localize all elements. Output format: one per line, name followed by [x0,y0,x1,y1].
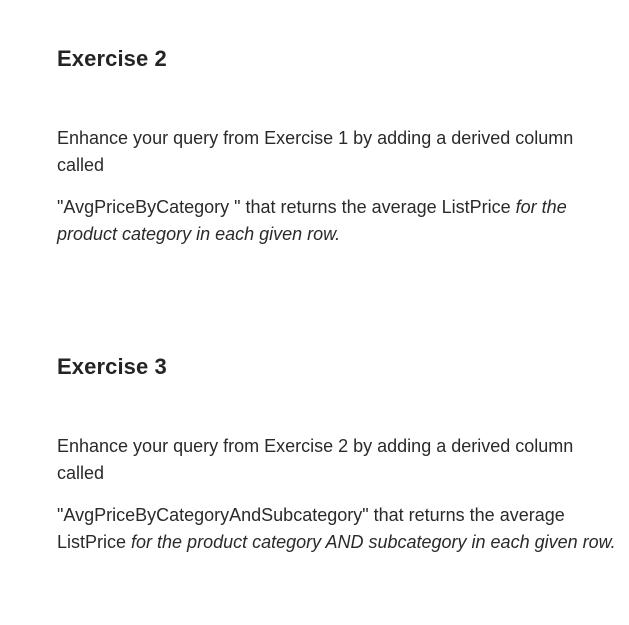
exercise-3-heading: Exercise 3 [57,354,167,379]
exercise-2-intro: Enhance your query from Exercise 1 by ad… [57,128,574,175]
exercise-3-detail: "AvgPriceByCategoryAndSubcategory" that … [57,502,617,555]
exercise-3-section: Exercise 3 Enhance your query from Exerc… [57,352,617,555]
exercise-2-heading: Exercise 2 [57,46,167,71]
exercise-2-section: Exercise 2 Enhance your query from Exerc… [57,44,617,247]
exercise-3-detail-emphasis: for the product category AND subcategory… [131,531,616,552]
exercise-2-detail-text: "AvgPriceByCategory " that returns the a… [57,197,516,217]
exercise-3-intro: Enhance your query from Exercise 2 by ad… [57,436,574,483]
exercise-2-detail: "AvgPriceByCategory " that returns the a… [57,194,617,247]
